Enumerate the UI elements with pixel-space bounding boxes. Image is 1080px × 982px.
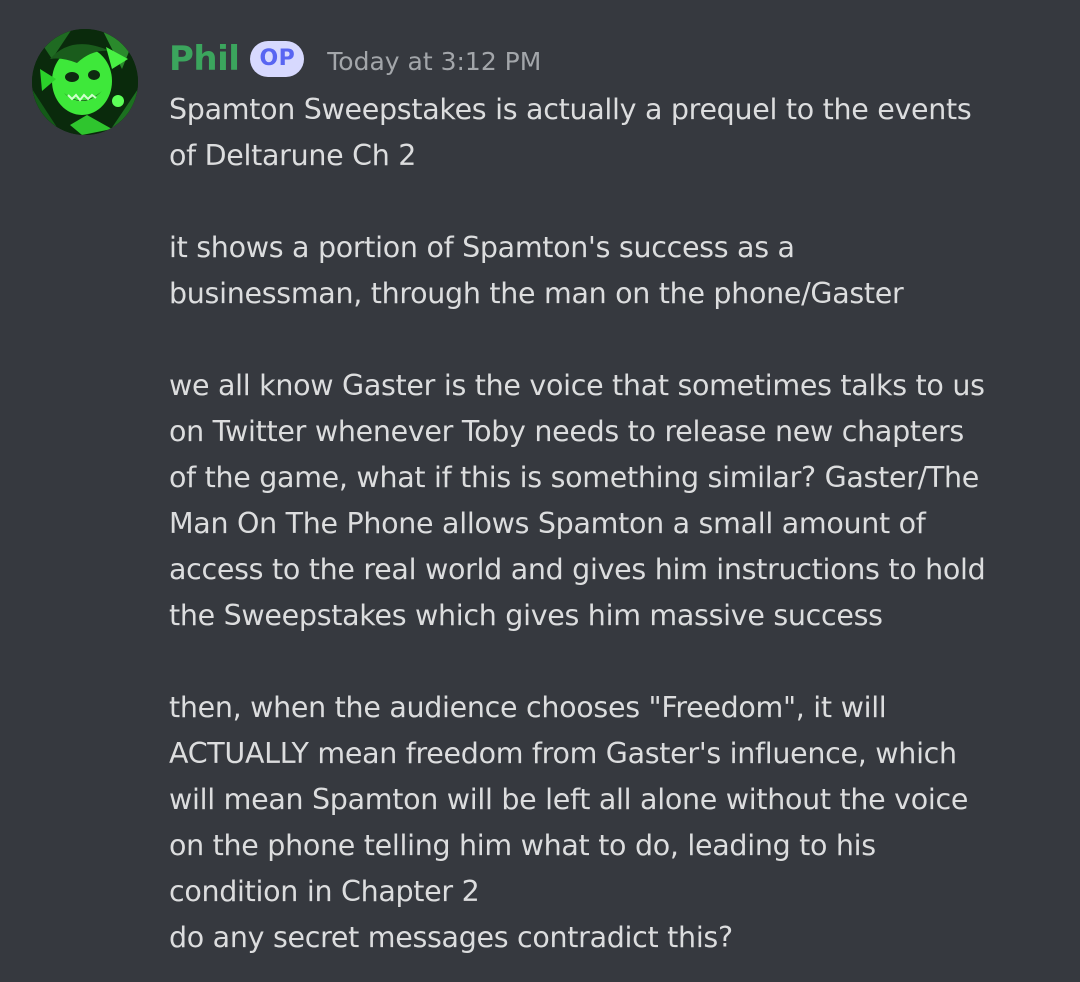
chat-message: Phil OP Today at 3:12 PM Spamton Sweepst… [0,0,1080,982]
message-line: we all know Gaster is the voice that som… [169,369,985,402]
message-line: Spamton Sweepstakes is actually a preque… [169,93,972,126]
user-avatar[interactable] [32,29,138,135]
message-line: on the phone telling him what to do, lea… [169,829,876,862]
message-line: the Sweepstakes which gives him massive … [169,599,883,632]
message-line: it shows a portion of Spamton's success … [169,231,795,264]
message-header: Phil OP Today at 3:12 PM [169,36,541,82]
message-line: access to the real world and gives him i… [169,553,986,586]
message-line: then, when the audience chooses "Freedom… [169,691,887,724]
message-line: of Deltarune Ch 2 [169,139,417,172]
message-line-blank [169,317,1069,363]
message-line-blank [169,179,1069,225]
message-line-blank [169,639,1069,685]
message-line: on Twitter whenever Toby needs to releas… [169,415,964,448]
message-line: ACTUALLY mean freedom from Gaster's infl… [169,737,957,770]
message-timestamp[interactable]: Today at 3:12 PM [327,43,541,76]
message-line: will mean Spamton will be left all alone… [169,783,969,816]
op-badge: OP [250,41,305,77]
author-username[interactable]: Phil [169,39,240,79]
followup-message: do any secret messages contradict this? [169,921,733,954]
message-line: of the game, what if this is something s… [169,461,980,494]
message-line: condition in Chapter 2 [169,875,480,908]
message-line: businessman, through the man on the phon… [169,277,904,310]
avatar-image [32,29,138,135]
message-line: Man On The Phone allows Spamton a small … [169,507,926,540]
message-content: Spamton Sweepstakes is actually a preque… [169,87,1069,961]
